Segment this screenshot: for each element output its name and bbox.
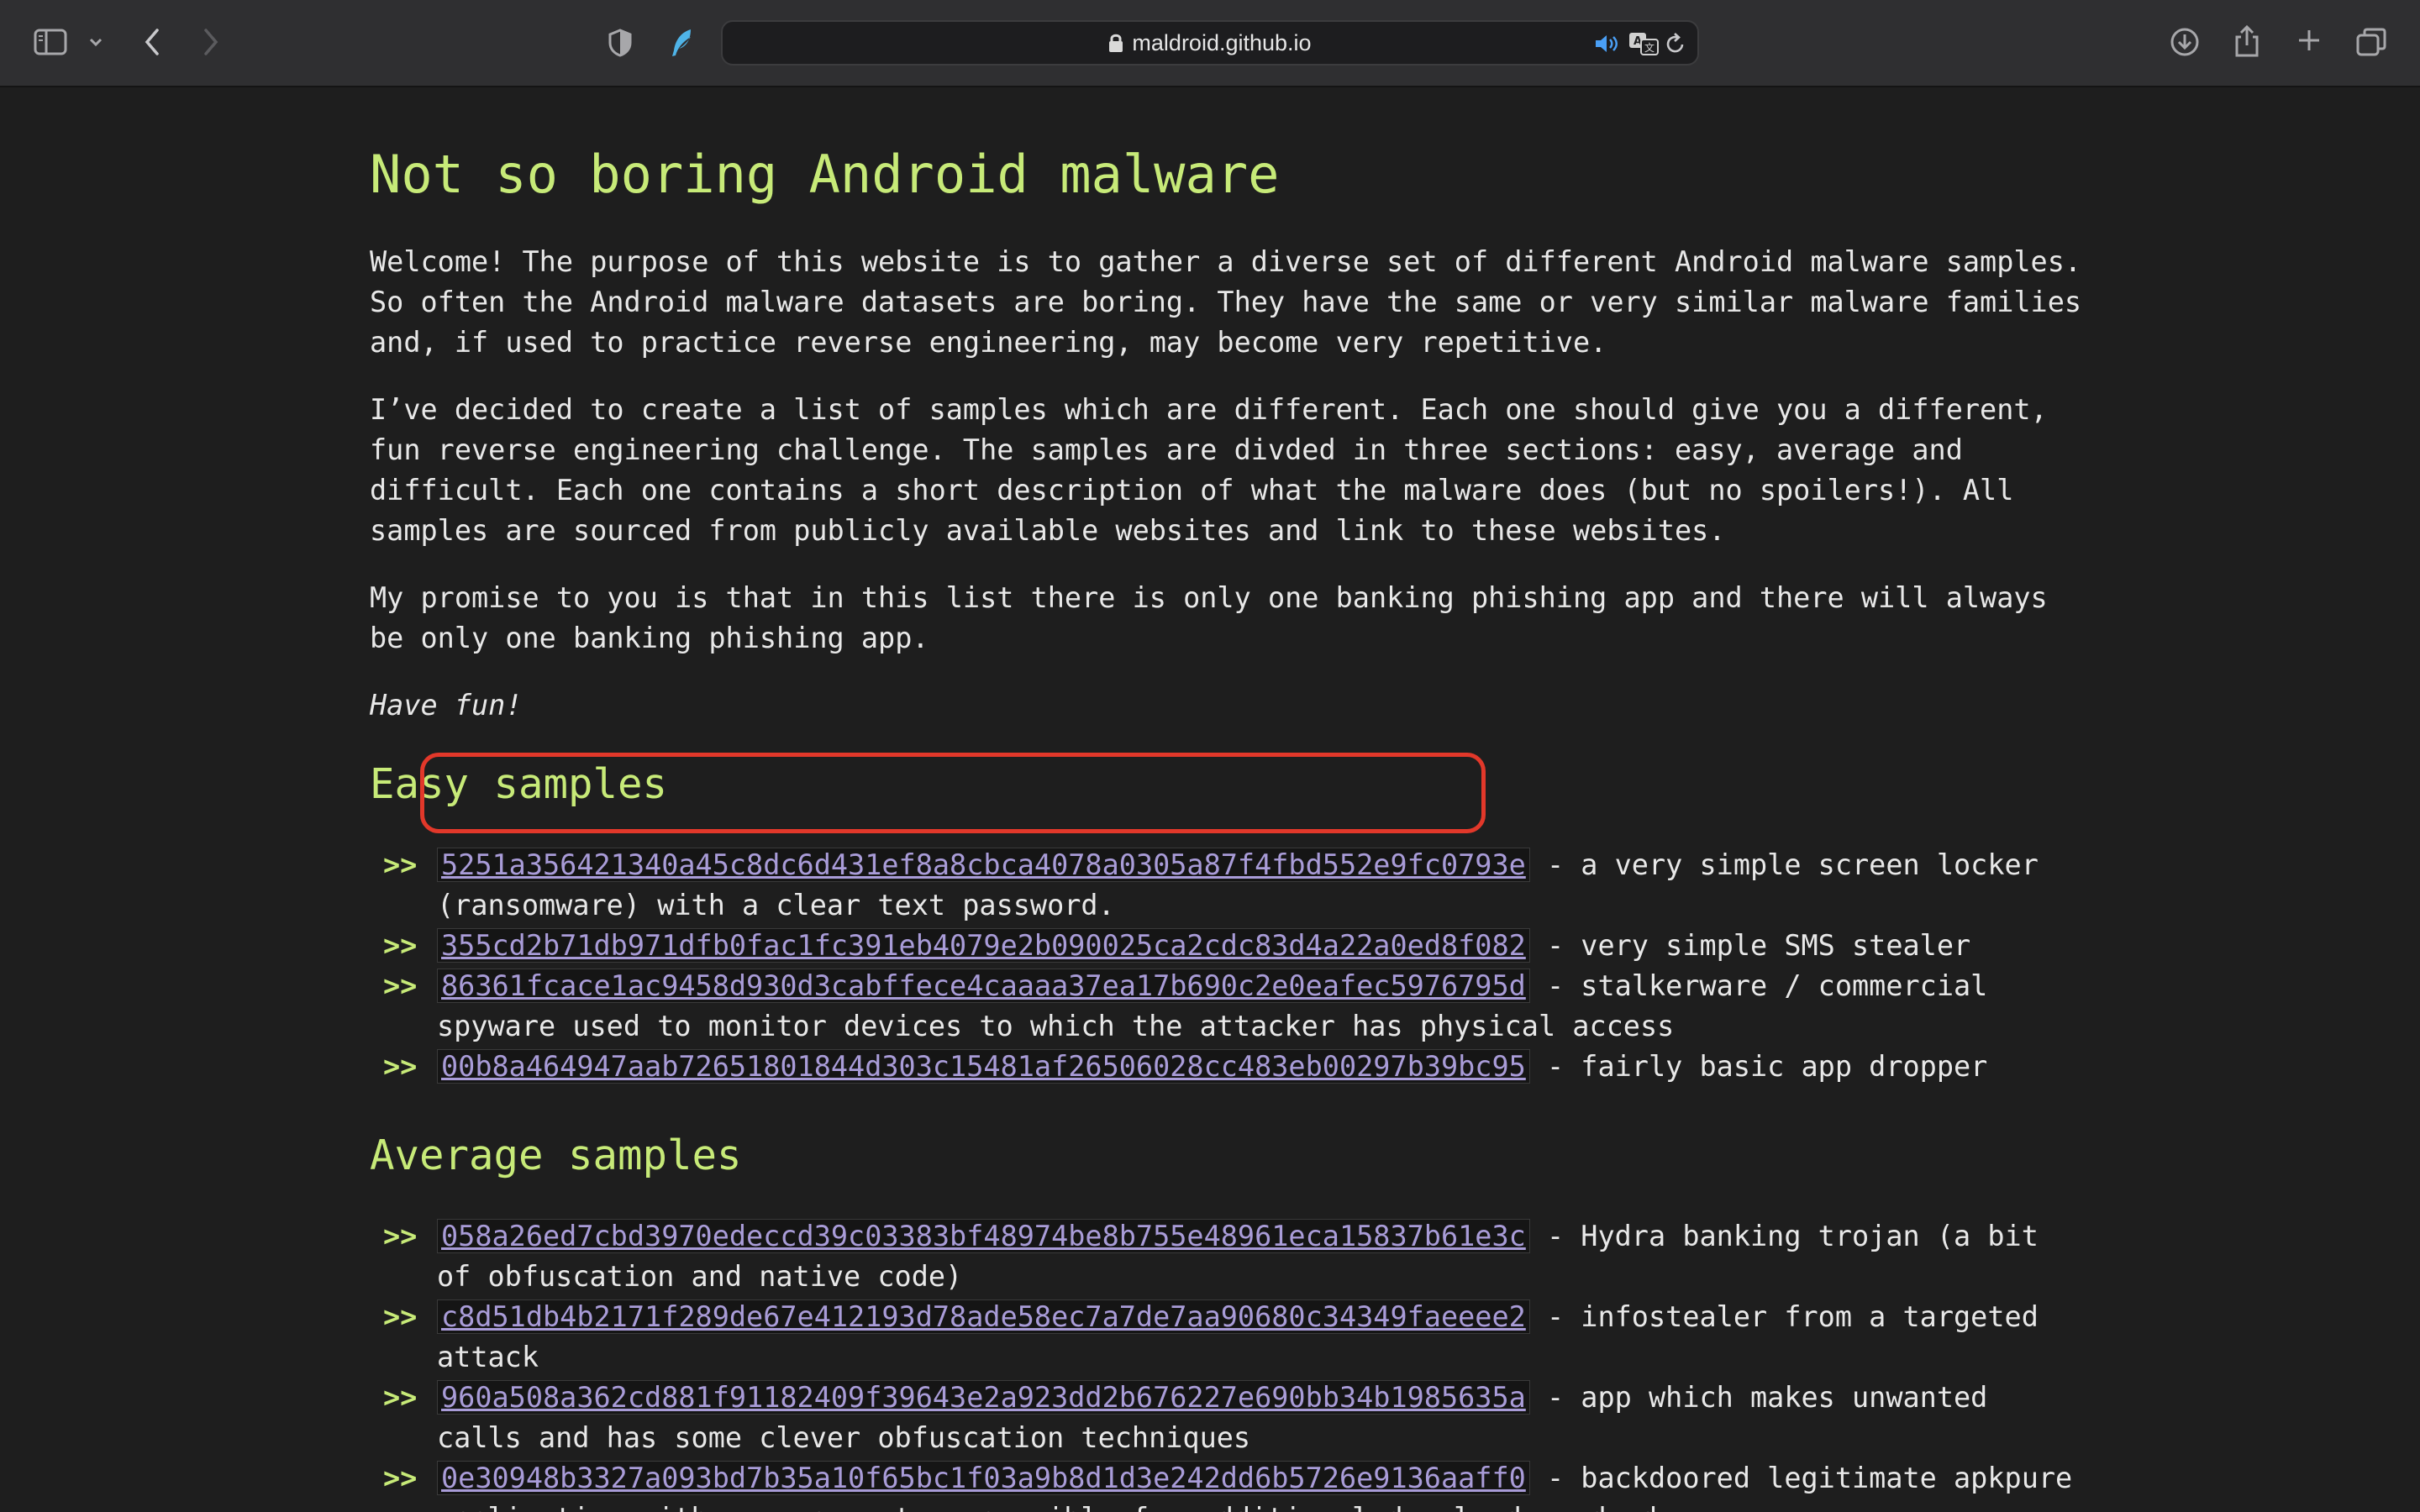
reload-icon[interactable] — [1664, 32, 1687, 55]
easy-samples-heading: Easy samples — [370, 760, 668, 808]
arrow-marker: >> — [383, 1381, 418, 1414]
arrow-marker: >> — [383, 1220, 418, 1252]
sample-hash-link[interactable]: 960a508a362cd881f91182409f39643e2a923dd2… — [437, 1380, 1530, 1415]
promise-paragraph: My promise to you is that in this list t… — [370, 581, 2048, 654]
sample-hash-link[interactable]: 5251a356421340a45c8dc6d431ef8a8cbca4078a… — [437, 848, 1530, 882]
back-arrow-icon[interactable] — [139, 25, 165, 59]
average-samples-list: >> 058a26ed7cbd3970edeccd39c03383bf48974b… — [370, 1216, 2084, 1512]
average-samples-heading: Average samples — [370, 1131, 742, 1179]
arrow-marker: >> — [383, 969, 418, 1002]
chevron-down-icon[interactable] — [86, 34, 106, 50]
forward-arrow-icon[interactable] — [198, 25, 224, 59]
list-item: >> 355cd2b71db971dfb0fac1fc391eb4079e2b09… — [370, 926, 2084, 966]
arrow-marker: >> — [383, 1300, 418, 1333]
list-item: >> 0e30948b3327a093bd7b35a10f65bc1f03a9b8… — [370, 1458, 2084, 1512]
list-item: >> c8d51db4b2171f289de67e412193d78ade58ec… — [370, 1297, 2084, 1378]
sample-hash-link[interactable]: 058a26ed7cbd3970edeccd39c03383bf48974be8… — [437, 1219, 1530, 1253]
arrow-marker: >> — [383, 1050, 418, 1083]
feather-extension-icon[interactable] — [667, 25, 697, 60]
share-icon[interactable] — [2232, 22, 2262, 60]
arrow-marker: >> — [383, 848, 418, 881]
sidebar-icon[interactable] — [32, 27, 69, 57]
sample-hash-link[interactable]: 355cd2b71db971dfb0fac1fc391eb4079e2b0900… — [437, 928, 1530, 963]
description-paragraph: I’ve decided to create a list of samples… — [370, 393, 2048, 547]
list-item: >> 5251a356421340a45c8dc6d431ef8a8cbca407… — [370, 845, 2084, 926]
arrow-marker: >> — [383, 1462, 418, 1494]
page-title: Not so boring Android malware — [370, 144, 1280, 205]
tab-overview-icon[interactable] — [2354, 25, 2388, 59]
speaker-icon[interactable] — [1593, 32, 1620, 55]
list-item: >> 86361fcace1ac9458d930d3cabffece4caaaa3… — [370, 966, 2084, 1047]
shield-icon[interactable] — [607, 27, 634, 59]
list-item: >> 00b8a464947aab72651801844d303c15481af2… — [370, 1047, 2084, 1087]
sample-hash-link[interactable]: c8d51db4b2171f289de67e412193d78ade58ec7a… — [437, 1299, 1530, 1334]
page-viewport: Not so boring Android malware Welcome! T… — [0, 87, 2420, 1512]
arrow-marker: >> — [383, 929, 418, 962]
closing-text: Have fun! — [370, 689, 523, 722]
sample-description: - fairly basic app dropper — [1529, 1050, 1988, 1083]
plus-icon[interactable] — [2294, 25, 2324, 55]
sample-hash-link[interactable]: 0e30948b3327a093bd7b35a10f65bc1f03a9b8d1… — [437, 1461, 1530, 1495]
easy-samples-list: >> 5251a356421340a45c8dc6d431ef8a8cbca407… — [370, 845, 2084, 1087]
address-bar[interactable]: maldroid.github.io A文 — [721, 20, 1699, 66]
list-item: >> 058a26ed7cbd3970edeccd39c03383bf48974b… — [370, 1216, 2084, 1297]
list-item: >> 960a508a362cd881f91182409f39643e2a923d… — [370, 1378, 2084, 1458]
url-text: maldroid.github.io — [1132, 29, 1312, 55]
browser-toolbar: maldroid.github.io A文 — [0, 0, 2420, 87]
sample-hash-link[interactable]: 00b8a464947aab72651801844d303c15481af265… — [437, 1049, 1530, 1084]
intro-paragraph: Welcome! The purpose of this website is … — [370, 245, 2082, 359]
translate-icon[interactable]: A文 — [1627, 30, 1660, 57]
svg-text:文: 文 — [1644, 41, 1655, 54]
article: Not so boring Android malware Welcome! T… — [370, 141, 2084, 1512]
sample-hash-link[interactable]: 86361fcace1ac9458d930d3cabffece4caaaa37e… — [437, 969, 1530, 1003]
lock-icon — [1108, 33, 1123, 53]
download-icon[interactable] — [2168, 25, 2202, 59]
sample-description: - very simple SMS stealer — [1529, 929, 1971, 962]
